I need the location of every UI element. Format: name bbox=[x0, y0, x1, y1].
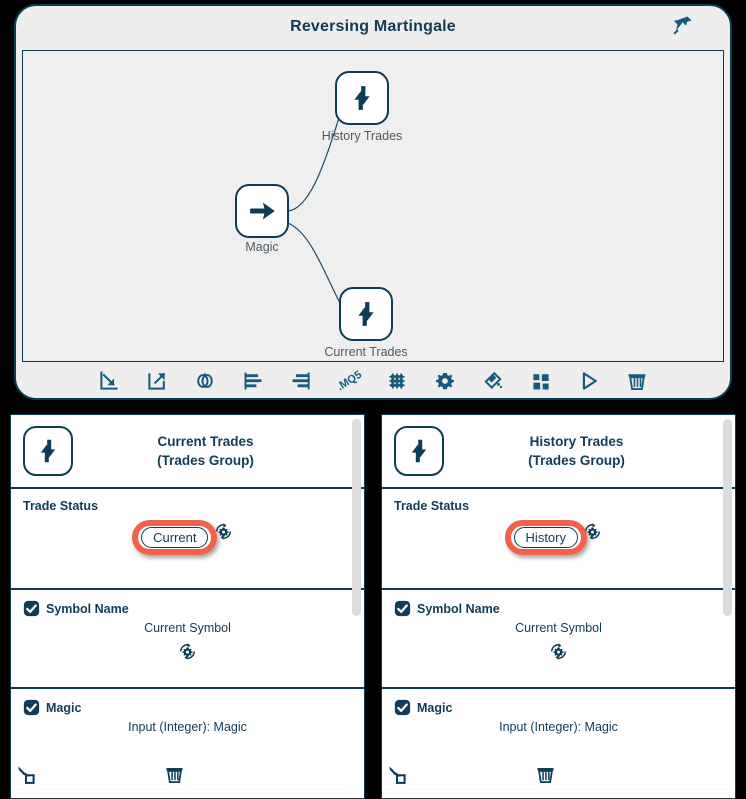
property-value[interactable]: Current Symbol bbox=[394, 621, 723, 635]
diagram-node-label-current: Current Trades bbox=[324, 345, 408, 359]
page-title: Reversing Martingale bbox=[290, 18, 456, 35]
pushpin-icon[interactable] bbox=[666, 12, 696, 42]
right-edge-gutter bbox=[736, 414, 746, 799]
blocks-icon[interactable] bbox=[517, 365, 565, 397]
property-label: Symbol Name bbox=[23, 600, 352, 617]
refresh-gear-icon[interactable] bbox=[177, 641, 198, 667]
export-icon[interactable] bbox=[133, 365, 181, 397]
property-label-text: Magic bbox=[46, 700, 82, 715]
diagram-node-label-magic: Magic bbox=[245, 240, 279, 254]
panel-title: Current Trades bbox=[157, 434, 254, 449]
panel-scrollbar[interactable] bbox=[723, 419, 732, 794]
delete-row-button[interactable] bbox=[11, 764, 338, 790]
trades-updown-icon bbox=[358, 302, 374, 326]
panel-history-trades: History Trades (Trades Group) Trade Stat… bbox=[381, 414, 736, 799]
left-edge-gutter bbox=[0, 414, 10, 799]
trades-updown-icon[interactable] bbox=[23, 426, 73, 476]
property-label-text: Trade Status bbox=[394, 499, 470, 513]
property-row-magic: Magic Input (Integer): Magic bbox=[382, 689, 735, 796]
property-value-area: Current Symbol bbox=[394, 621, 723, 667]
panel-subtitle: (Trades Group) bbox=[157, 453, 254, 468]
status-badge-wrap: History bbox=[504, 520, 587, 555]
properties-panels: Current Trades (Trades Group) Trade Stat… bbox=[0, 414, 746, 799]
panel-current-trades: Current Trades (Trades Group) Trade Stat… bbox=[10, 414, 365, 799]
mq5-label: .MQ5 bbox=[334, 368, 364, 394]
diagram-node-current-trades[interactable] bbox=[339, 287, 393, 341]
row-footer bbox=[11, 762, 364, 792]
property-label-text: Trade Status bbox=[23, 499, 99, 513]
checkbox-checked-icon[interactable] bbox=[23, 699, 40, 716]
status-badge[interactable]: History bbox=[513, 527, 578, 548]
property-row-symbol-name: Symbol Name Current Symbol bbox=[382, 590, 735, 689]
property-value-area: Current Symbol bbox=[23, 621, 352, 667]
diagram-node-magic[interactable] bbox=[235, 184, 289, 238]
property-label: Magic bbox=[23, 699, 352, 716]
panel-scrollbar[interactable] bbox=[352, 419, 361, 794]
property-value-area: History bbox=[394, 515, 723, 555]
checkbox-checked-icon[interactable] bbox=[394, 600, 411, 617]
panel-header: History Trades (Trades Group) bbox=[382, 415, 735, 489]
property-row-trade-status: Trade Status Current bbox=[11, 489, 364, 590]
property-value[interactable]: Current Symbol bbox=[23, 621, 352, 635]
diagram-toolbar: .MQ5 bbox=[22, 364, 724, 398]
panel-title-block: History Trades (Trades Group) bbox=[444, 432, 735, 470]
diagram-card: Reversing Martingale History Trades Magi… bbox=[14, 4, 732, 400]
panel-header: Current Trades (Trades Group) bbox=[11, 415, 364, 489]
property-value-area: Input (Integer): Magic bbox=[23, 720, 352, 734]
diagram-node-history-trades[interactable] bbox=[335, 71, 389, 125]
settings-gear-icon[interactable] bbox=[421, 365, 469, 397]
eraser-icon[interactable] bbox=[469, 365, 517, 397]
mq5-icon[interactable]: .MQ5 bbox=[325, 365, 373, 397]
refresh-gear-icon[interactable] bbox=[548, 641, 569, 667]
trades-updown-icon[interactable] bbox=[394, 426, 444, 476]
property-row-trade-status: Trade Status History bbox=[382, 489, 735, 590]
property-label: Trade Status bbox=[23, 499, 352, 513]
trash-icon[interactable] bbox=[613, 365, 661, 397]
checkbox-checked-icon[interactable] bbox=[394, 699, 411, 716]
play-icon[interactable] bbox=[565, 365, 613, 397]
property-row-symbol-name: Symbol Name Current Symbol bbox=[11, 590, 364, 689]
panel-body: Trade Status History Symbol Name Current… bbox=[382, 489, 735, 798]
duplicate-icon[interactable] bbox=[181, 365, 229, 397]
panel-title: History Trades bbox=[529, 434, 624, 449]
import-icon[interactable] bbox=[85, 365, 133, 397]
property-label-text: Magic bbox=[417, 700, 453, 715]
scrollbar-thumb[interactable] bbox=[723, 419, 732, 616]
panel-subtitle: (Trades Group) bbox=[528, 453, 625, 468]
panel-gutter bbox=[365, 414, 381, 799]
checkbox-checked-icon[interactable] bbox=[23, 600, 40, 617]
property-value[interactable]: Input (Integer): Magic bbox=[394, 720, 723, 734]
property-label-text: Symbol Name bbox=[46, 601, 129, 616]
property-value-area: Input (Integer): Magic bbox=[394, 720, 723, 734]
panel-body: Trade Status Current Symbol Name Current… bbox=[11, 489, 364, 798]
align-right-icon[interactable] bbox=[277, 365, 325, 397]
align-left-icon[interactable] bbox=[229, 365, 277, 397]
status-badge-wrap: Current bbox=[132, 520, 218, 555]
app-root: Reversing Martingale History Trades Magi… bbox=[0, 0, 746, 799]
property-row-magic: Magic Input (Integer): Magic bbox=[11, 689, 364, 796]
diagram-node-label-history: History Trades bbox=[321, 129, 403, 143]
scrollbar-thumb[interactable] bbox=[352, 419, 361, 616]
trades-updown-icon bbox=[354, 86, 370, 110]
delete-row-button[interactable] bbox=[382, 764, 709, 790]
property-value-area: Current bbox=[23, 515, 352, 555]
status-badge[interactable]: Current bbox=[141, 527, 209, 548]
panel-title-block: Current Trades (Trades Group) bbox=[73, 432, 364, 470]
property-label: Trade Status bbox=[394, 499, 723, 513]
row-footer bbox=[382, 762, 735, 792]
arrow-right-icon bbox=[250, 202, 275, 220]
diagram-canvas[interactable]: History Trades Magic Current Trades bbox=[22, 50, 724, 362]
property-label: Symbol Name bbox=[394, 600, 723, 617]
grid-icon[interactable] bbox=[373, 365, 421, 397]
property-value[interactable]: Input (Integer): Magic bbox=[23, 720, 352, 734]
property-label: Magic bbox=[394, 699, 723, 716]
property-label-text: Symbol Name bbox=[417, 601, 500, 616]
